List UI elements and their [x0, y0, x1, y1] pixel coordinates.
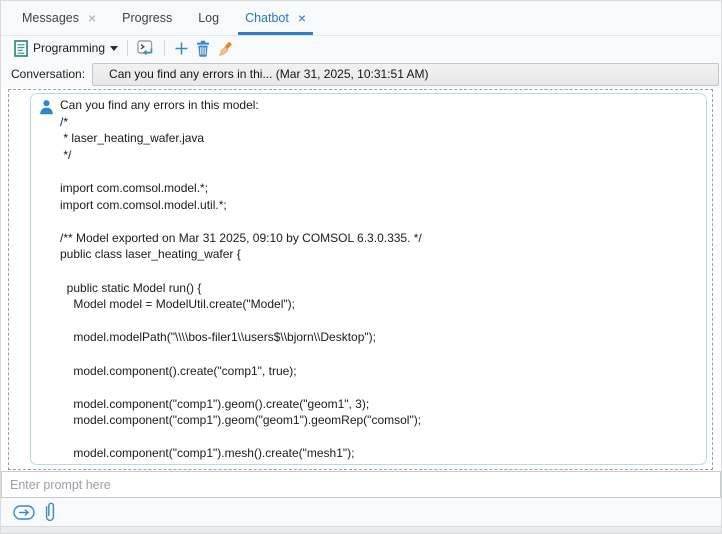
- conversation-select[interactable]: Can you find any errors in thi... (Mar 3…: [92, 63, 719, 86]
- tab-log[interactable]: Log: [185, 1, 232, 35]
- tab-progress[interactable]: Progress: [109, 1, 185, 35]
- chatbot-panel: Messages × Progress Log Chatbot ×: [0, 0, 722, 534]
- conversation-view: Can you find any errors in this model: /…: [1, 88, 721, 471]
- bottom-strip: [1, 526, 721, 533]
- script-icon: [14, 40, 28, 57]
- delete-conversation-button[interactable]: [192, 38, 214, 59]
- programming-mode-button[interactable]: Programming: [11, 38, 121, 59]
- clear-conversation-button[interactable]: [214, 38, 237, 59]
- tab-bar: Messages × Progress Log Chatbot ×: [1, 1, 721, 36]
- prompt-actions: [1, 498, 721, 526]
- chevron-down-icon: [110, 46, 118, 51]
- insert-code-icon: [137, 40, 155, 57]
- user-message-text: Can you find any errors in this model: /…: [31, 94, 706, 465]
- paperclip-icon: [44, 501, 56, 523]
- prompt-input[interactable]: [1, 471, 721, 498]
- chatbot-toolbar: Programming: [1, 36, 721, 60]
- toolbar-separator: [164, 40, 165, 56]
- tab-messages[interactable]: Messages ×: [9, 1, 109, 35]
- prompt-row: [1, 471, 721, 498]
- trash-icon: [195, 40, 211, 57]
- broom-icon: [217, 40, 234, 57]
- plus-icon: [174, 41, 189, 56]
- user-icon: [39, 99, 54, 115]
- insert-code-button[interactable]: [134, 38, 158, 59]
- conversation-label: Conversation:: [11, 67, 85, 81]
- attach-button[interactable]: [44, 501, 56, 523]
- send-button[interactable]: [13, 505, 35, 520]
- toolbar-separator: [127, 40, 128, 56]
- user-message-bubble: Can you find any errors in this model: /…: [30, 93, 707, 465]
- new-conversation-button[interactable]: [171, 39, 192, 58]
- conversation-bar: Conversation: Can you find any errors in…: [1, 60, 721, 88]
- tab-progress-label: Progress: [122, 11, 172, 25]
- tab-chatbot-label: Chatbot: [245, 11, 289, 25]
- programming-mode-label: Programming: [33, 41, 105, 55]
- send-icon: [13, 505, 35, 520]
- tab-chatbot[interactable]: Chatbot ×: [232, 1, 319, 35]
- tab-messages-label: Messages: [22, 11, 79, 25]
- close-icon[interactable]: ×: [298, 11, 306, 25]
- conversation-selection-frame: Can you find any errors in this model: /…: [8, 89, 713, 470]
- tab-log-label: Log: [198, 11, 219, 25]
- close-icon[interactable]: ×: [88, 11, 96, 25]
- conversation-select-value: Can you find any errors in thi... (Mar 3…: [109, 67, 429, 81]
